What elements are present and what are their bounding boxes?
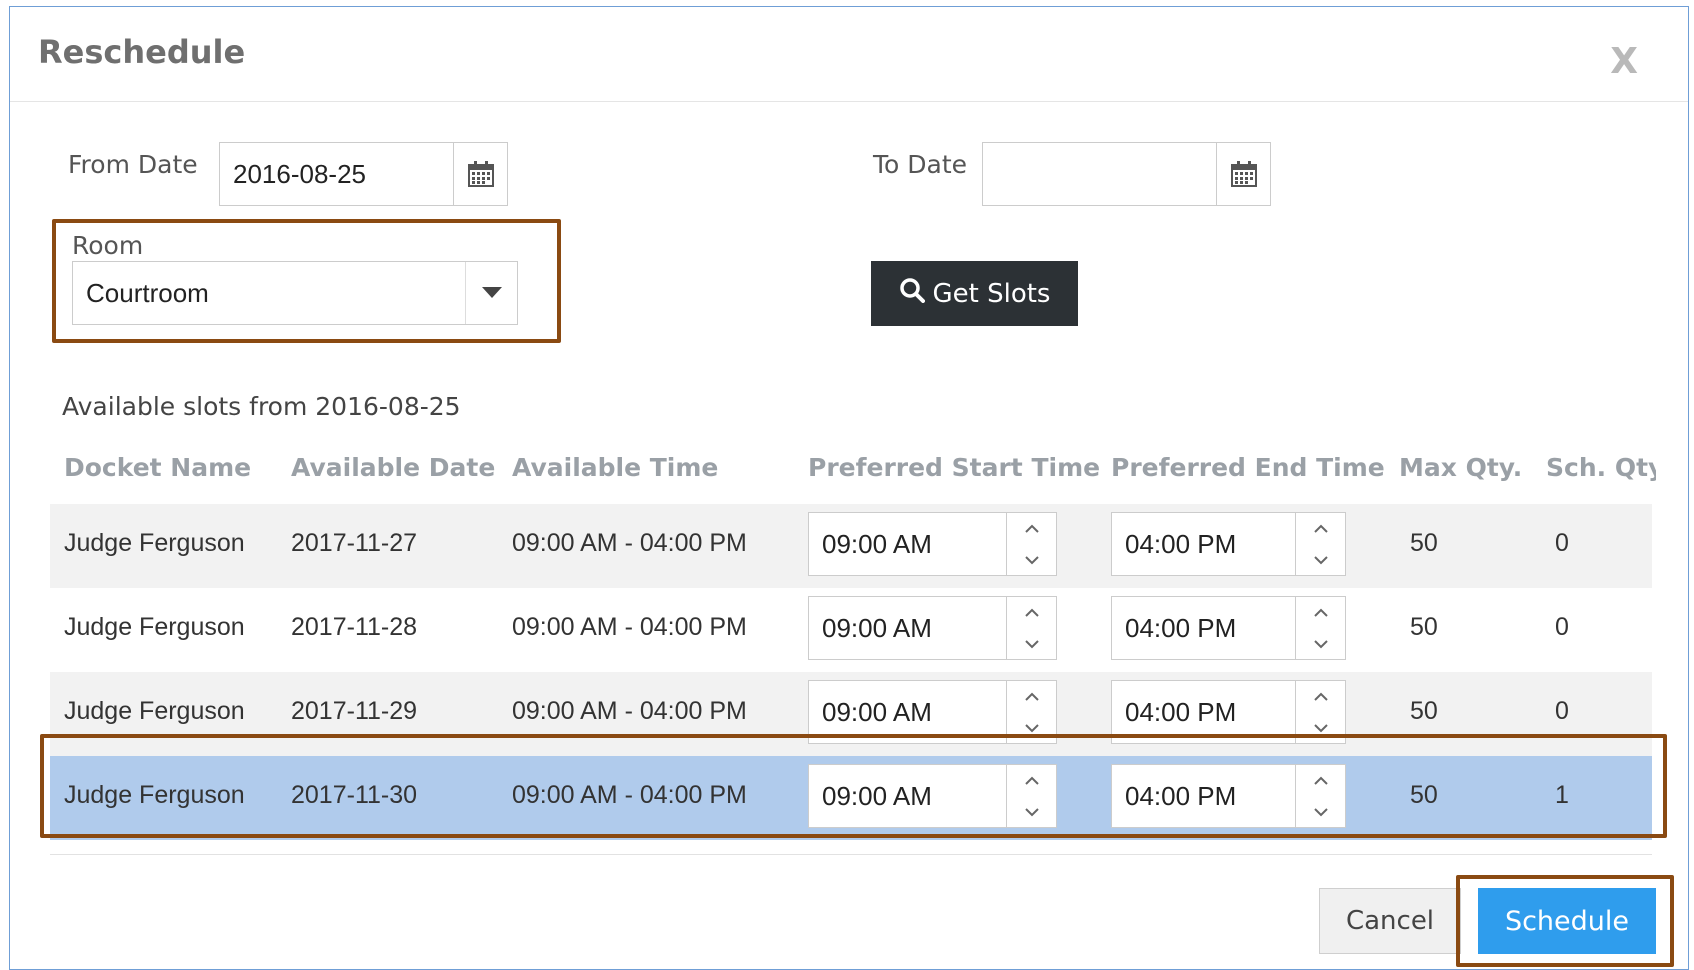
cell-date: 2017-11-29 [291,697,418,725]
cell-max-qty: 50 [1410,697,1438,725]
chevron-down-icon[interactable] [1007,628,1056,659]
cell-date: 2017-11-27 [291,529,418,557]
from-date-group [219,142,508,206]
chevron-down-icon[interactable] [1296,628,1345,659]
calendar-icon[interactable] [453,143,507,205]
cell-time: 09:00 AM - 04:00 PM [512,697,747,725]
chevron-up-icon[interactable] [1007,681,1056,712]
to-date-input[interactable] [983,143,1216,205]
from-date-label: From Date [68,150,198,179]
cell-max-qty: 50 [1410,613,1438,641]
chevron-up-icon[interactable] [1007,513,1056,544]
end-time-value[interactable]: 04:00 PM [1112,513,1295,575]
slots-caption: Available slots from 2016-08-25 [62,392,461,421]
header-preferred-end-time: Preferred End Time [1111,453,1385,482]
cell-sch-qty: 0 [1555,697,1569,725]
cell-sch-qty: 0 [1555,613,1569,641]
cell-sch-qty: 0 [1555,529,1569,557]
start-time-stepper[interactable]: 09:00 AM [808,596,1057,660]
cell-docket: Judge Ferguson [64,697,245,725]
room-selected-value: Courtroom [86,278,209,308]
from-date-input[interactable] [220,143,453,205]
selected-row-highlight [40,734,1667,838]
cell-docket: Judge Ferguson [64,613,245,641]
reschedule-dialog: Reschedule X From Date To Date Room Cour… [9,6,1689,970]
end-time-stepper[interactable]: 04:00 PM [1111,596,1346,660]
header-preferred-start-time: Preferred Start Time [808,453,1101,482]
start-time-stepper[interactable]: 09:00 AM [808,512,1057,576]
calendar-icon[interactable] [1216,143,1270,205]
to-date-label: To Date [873,150,968,179]
header-available-time: Available Time [512,453,719,482]
end-time-stepper[interactable]: 04:00 PM [1111,512,1346,576]
chevron-up-icon[interactable] [1296,597,1345,628]
close-button[interactable]: X [1610,41,1638,82]
start-time-value[interactable]: 09:00 AM [809,597,1006,659]
chevron-down-icon[interactable] [1007,544,1056,575]
room-label: Room [72,231,144,260]
chevron-up-icon[interactable] [1007,597,1056,628]
footer-divider [50,854,1652,855]
schedule-button[interactable]: Schedule [1478,888,1656,954]
header-sch-qty: Sch. Qty [1546,453,1656,482]
header-docket-name: Docket Name [64,453,252,482]
cell-max-qty: 50 [1410,529,1438,557]
get-slots-button[interactable]: Get Slots [871,261,1078,326]
table-row[interactable]: Judge Ferguson 2017-11-27 09:00 AM - 04:… [50,504,1652,588]
cell-docket: Judge Ferguson [64,529,245,557]
cell-time: 09:00 AM - 04:00 PM [512,613,747,641]
end-time-value[interactable]: 04:00 PM [1112,597,1295,659]
header-max-qty: Max Qty. [1399,453,1523,482]
dialog-header: Reschedule X [10,7,1688,102]
dialog-title: Reschedule [38,33,246,71]
cell-date: 2017-11-28 [291,613,418,641]
header-available-date: Available Date [291,453,496,482]
chevron-down-icon[interactable] [1296,544,1345,575]
room-select[interactable]: Courtroom [72,261,518,325]
cancel-button[interactable]: Cancel [1319,888,1461,954]
table-row[interactable]: Judge Ferguson 2017-11-28 09:00 AM - 04:… [50,588,1652,672]
search-icon [899,277,925,310]
to-date-group [982,142,1271,206]
get-slots-label: Get Slots [932,278,1051,309]
cell-time: 09:00 AM - 04:00 PM [512,529,747,557]
chevron-up-icon[interactable] [1296,513,1345,544]
start-time-value[interactable]: 09:00 AM [809,513,1006,575]
chevron-up-icon[interactable] [1296,681,1345,712]
caret-down-icon[interactable] [465,262,517,324]
